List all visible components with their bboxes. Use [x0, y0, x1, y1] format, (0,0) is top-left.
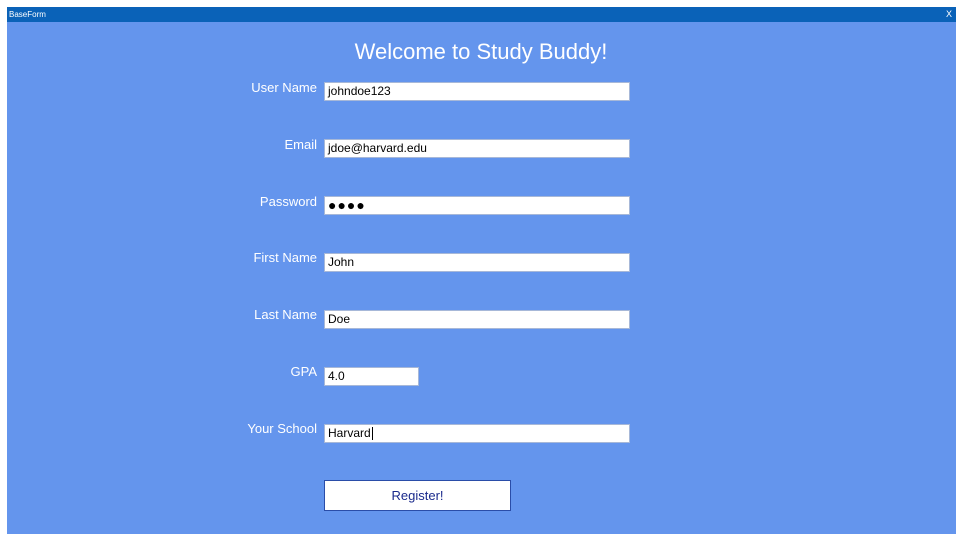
password-masked-value: ●●●● [328, 197, 366, 213]
gpa-value: 4.0 [328, 369, 345, 383]
password-label: Password [259, 194, 317, 209]
password-field[interactable]: ●●●● [324, 196, 630, 215]
email-value: jdoe@harvard.edu [328, 141, 427, 155]
school-field[interactable]: Harvard [324, 424, 630, 443]
first-name-label: First Name [253, 250, 317, 265]
school-label: Your School [247, 421, 317, 436]
first-name-value: John [328, 255, 355, 269]
last-name-value: Doe [328, 312, 351, 326]
first-name-field[interactable]: John [324, 253, 630, 272]
email-field[interactable]: jdoe@harvard.edu [324, 139, 630, 158]
username-label: User Name [251, 80, 317, 95]
username-value: johndoe123 [328, 84, 391, 98]
text-caret [371, 427, 373, 441]
school-value: Harvard [328, 426, 371, 440]
last-name-field[interactable]: Doe [324, 310, 630, 329]
title-bar[interactable]: BaseForm X [7, 7, 956, 22]
last-name-label: Last Name [254, 307, 317, 322]
window-title: BaseForm [9, 10, 46, 19]
email-label: Email [284, 137, 317, 152]
welcome-heading: Welcome to Study Buddy! [354, 39, 608, 64]
gpa-field[interactable]: 4.0 [324, 367, 419, 386]
username-field[interactable]: johndoe123 [324, 82, 630, 101]
register-button[interactable]: Register! [324, 480, 511, 511]
gpa-label: GPA [290, 364, 318, 379]
base-form-window: BaseForm X Welcome to Study Buddy! User … [7, 7, 956, 534]
close-icon[interactable]: X [944, 7, 954, 22]
